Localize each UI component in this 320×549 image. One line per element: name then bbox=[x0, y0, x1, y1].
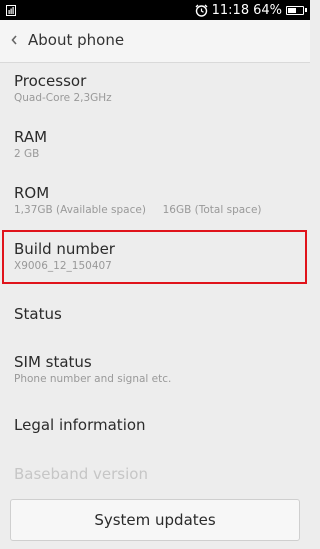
list-item-ram[interactable]: RAM 2 GB bbox=[0, 128, 310, 161]
list-item-sim-status[interactable]: SIM status Phone number and signal etc. bbox=[0, 353, 310, 386]
list-item-status[interactable]: Status bbox=[0, 305, 310, 323]
clock: 11:18 bbox=[211, 2, 250, 18]
item-label: ROM bbox=[14, 184, 50, 202]
item-label: Processor bbox=[14, 72, 87, 90]
battery-icon bbox=[286, 5, 307, 15]
list-item-processor[interactable]: Processor Quad-Core 2,3GHz bbox=[0, 72, 310, 105]
item-value: X9006_12_150407 bbox=[14, 260, 112, 272]
item-value: Phone number and signal etc. bbox=[14, 373, 172, 385]
alarm-icon bbox=[195, 4, 208, 17]
chevron-left-icon[interactable] bbox=[9, 32, 21, 48]
battery-percent: 64% bbox=[253, 2, 282, 18]
list-item-rom[interactable]: ROM 1,37GB (Available space) 16GB (Total… bbox=[0, 184, 310, 217]
status-bar: 11:18 64% bbox=[0, 0, 310, 20]
list-item-baseband-version: Baseband version bbox=[0, 465, 310, 483]
item-label: SIM status bbox=[14, 353, 92, 371]
item-label: Status bbox=[14, 305, 62, 323]
list-item-legal-information[interactable]: Legal information bbox=[0, 416, 310, 434]
app-header: About phone bbox=[0, 20, 310, 63]
item-value: 1,37GB (Available space) 16GB (Total spa… bbox=[14, 204, 262, 216]
item-label: Legal information bbox=[14, 416, 146, 434]
item-label: RAM bbox=[14, 128, 48, 146]
sim-icon bbox=[6, 5, 16, 16]
item-value: 2 GB bbox=[14, 148, 40, 160]
system-updates-button[interactable]: System updates bbox=[10, 499, 300, 541]
item-value: Quad-Core 2,3GHz bbox=[14, 92, 112, 104]
page-title: About phone bbox=[28, 31, 125, 49]
item-label: Baseband version bbox=[14, 465, 148, 483]
item-label: Build number bbox=[14, 240, 115, 258]
list-item-build-number[interactable]: Build number X9006_12_150407 bbox=[0, 240, 310, 273]
